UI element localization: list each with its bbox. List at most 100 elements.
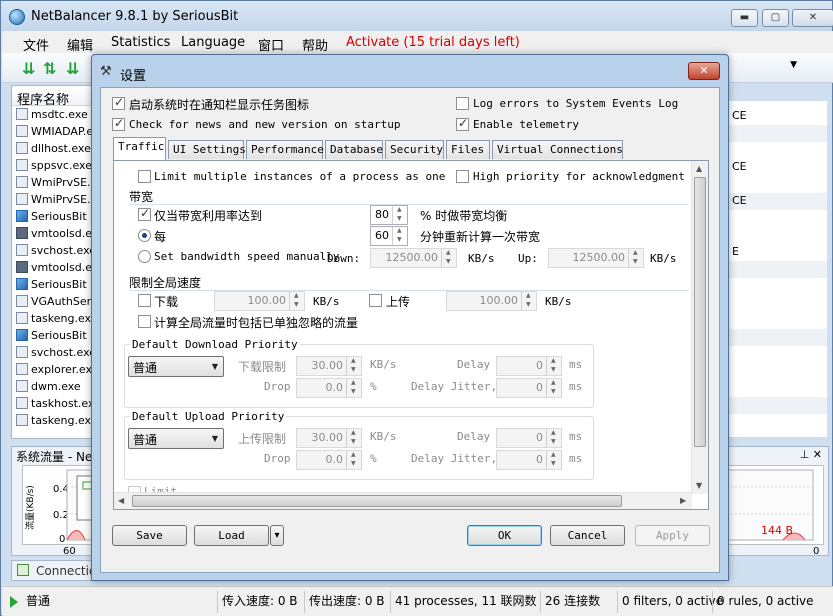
spinner-arrows[interactable] (392, 206, 407, 224)
dialog-close-button[interactable]: ✕ (688, 62, 720, 80)
global-download-limit-checkbox[interactable] (138, 294, 151, 307)
spinner-arrows[interactable] (628, 249, 643, 267)
spinner-arrows[interactable] (546, 379, 561, 397)
process-row[interactable]: taskhost.exe (12, 395, 91, 412)
download-arrow-icon[interactable]: ⇊ (22, 59, 35, 78)
process-name-header[interactable]: 程序名称 (12, 86, 91, 106)
process-row[interactable]: WmiPrvSE.exe (12, 191, 91, 208)
process-row[interactable]: taskeng.exe (12, 310, 91, 327)
upload-jitter-spinner[interactable]: 0 (496, 450, 562, 470)
log-errors-checkbox[interactable] (456, 97, 469, 110)
process-row[interactable]: vmtoolsd.exe (12, 259, 91, 276)
process-row[interactable]: SeriousBit (12, 327, 91, 344)
spinner-arrows[interactable] (346, 429, 361, 447)
up-speed-spinner[interactable]: 12500.00 (548, 248, 644, 268)
process-row[interactable]: WMIADAP.exe (12, 123, 91, 140)
menu-language[interactable]: Language (181, 35, 245, 50)
horizontal-scroll-thumb[interactable] (132, 495, 622, 507)
menu-file[interactable]: 文件 (23, 35, 49, 54)
play-icon[interactable] (10, 596, 18, 608)
menu-statistics[interactable]: Statistics (111, 35, 170, 50)
include-ignored-checkbox[interactable] (138, 315, 151, 328)
sync-arrows-icon[interactable]: ⇅ (43, 59, 56, 78)
apply-button[interactable]: Apply (635, 525, 710, 546)
load-button[interactable]: Load (194, 525, 269, 546)
tab-virtual-connections[interactable]: Virtual Connections (492, 140, 623, 159)
process-row[interactable]: svchost.exe (12, 344, 91, 361)
upload-arrow-icon[interactable]: ⇊ (66, 59, 79, 78)
scroll-down-icon[interactable]: ▼ (696, 481, 702, 490)
spinner-arrows[interactable] (346, 379, 361, 397)
high-priority-ack-checkbox[interactable] (456, 170, 469, 183)
upload-limit-spinner[interactable]: 30.00 (296, 428, 362, 448)
global-upload-limit-checkbox[interactable] (369, 294, 382, 307)
process-row[interactable]: SeriousBit (12, 208, 91, 225)
spinner-arrows[interactable] (346, 357, 361, 375)
upload-delay-spinner[interactable]: 0 (496, 428, 562, 448)
scroll-left-icon[interactable]: ◀ (118, 496, 124, 505)
download-drop-spinner[interactable]: 0.0 (296, 378, 362, 398)
limit-multiple-checkbox[interactable] (138, 170, 151, 183)
telemetry-checkbox[interactable] (456, 116, 469, 131)
recalculate-every-radio[interactable] (138, 229, 151, 242)
tab-performance[interactable]: Performance (246, 140, 324, 159)
download-jitter-spinner[interactable]: 0 (496, 378, 562, 398)
balance-threshold-spinner[interactable]: 80 (370, 205, 408, 225)
recalculate-minutes-spinner[interactable]: 60 (370, 226, 408, 246)
process-row[interactable]: svchost.exe (12, 242, 91, 259)
global-download-spinner[interactable]: 100.00 (214, 291, 305, 311)
spinner-arrows[interactable] (346, 451, 361, 469)
save-button[interactable]: Save (112, 525, 187, 546)
down-speed-spinner[interactable]: 12500.00 (370, 248, 457, 268)
ok-button[interactable]: OK (467, 525, 542, 546)
scroll-up-icon[interactable]: ▲ (696, 164, 702, 173)
process-row[interactable]: SeriousBit (12, 276, 91, 293)
global-upload-spinner[interactable]: 100.00 (446, 291, 537, 311)
tab-ui-settings[interactable]: UI Settings (168, 140, 246, 159)
spinner-arrows[interactable] (546, 357, 561, 375)
tab-traffic[interactable]: Traffic (113, 137, 166, 160)
spinner-arrows[interactable] (441, 249, 456, 267)
vertical-scrollbar[interactable]: ▲ ▼ (691, 161, 708, 494)
upload-priority-select[interactable]: 普通 (128, 428, 224, 449)
close-button[interactable]: ✕ (792, 9, 833, 27)
tab-files[interactable]: Files (446, 140, 490, 159)
maximize-button[interactable]: ▢ (762, 9, 789, 27)
vertical-scroll-thumb[interactable] (694, 177, 706, 447)
load-options-button[interactable]: ▾ (270, 525, 284, 546)
cancel-button[interactable]: Cancel (550, 525, 625, 546)
download-limit-spinner[interactable]: 30.00 (296, 356, 362, 376)
process-row[interactable]: dllhost.exe (12, 140, 91, 157)
tab-database[interactable]: Database (325, 140, 383, 159)
process-row[interactable]: msdtc.exe (12, 106, 91, 123)
upload-drop-spinner[interactable]: 0.0 (296, 450, 362, 470)
balance-threshold-checkbox[interactable] (138, 206, 151, 221)
check-news-checkbox[interactable] (112, 116, 125, 131)
spinner-arrows[interactable] (546, 451, 561, 469)
manual-bandwidth-radio[interactable] (138, 250, 151, 263)
process-row[interactable]: dwm.exe (12, 378, 91, 395)
menu-help[interactable]: 帮助 (302, 35, 328, 54)
show-tray-icon-checkbox[interactable] (112, 95, 125, 110)
minimize-button[interactable]: ▬ (731, 9, 758, 27)
scroll-right-icon[interactable]: ▶ (680, 496, 686, 505)
toolbar-dropdown-icon[interactable]: ▼ (790, 60, 797, 70)
menu-edit[interactable]: 编辑 (67, 35, 93, 54)
spinner-arrows[interactable] (392, 227, 407, 245)
download-delay-spinner[interactable]: 0 (496, 356, 562, 376)
tab-connections[interactable]: Connectio (11, 560, 101, 581)
menu-activate[interactable]: Activate (15 trial days left) (346, 35, 520, 50)
spinner-arrows[interactable] (521, 292, 536, 310)
process-row[interactable]: VGAuthService (12, 293, 91, 310)
tab-security[interactable]: Security (385, 140, 444, 159)
process-row[interactable]: taskeng.exe (12, 412, 91, 429)
process-row[interactable]: WmiPrvSE.exe (12, 174, 91, 191)
spinner-arrows[interactable] (546, 429, 561, 447)
menu-window[interactable]: 窗口 (258, 35, 284, 54)
spinner-arrows[interactable] (289, 292, 304, 310)
process-row[interactable]: vmtoolsd.exe (12, 225, 91, 242)
download-priority-select[interactable]: 普通 (128, 356, 224, 377)
process-row[interactable]: sppsvc.exe (12, 157, 91, 174)
pin-icon[interactable]: ⊥ ✕ (800, 448, 822, 461)
horizontal-scrollbar[interactable]: ◀ ▶ (114, 492, 692, 509)
